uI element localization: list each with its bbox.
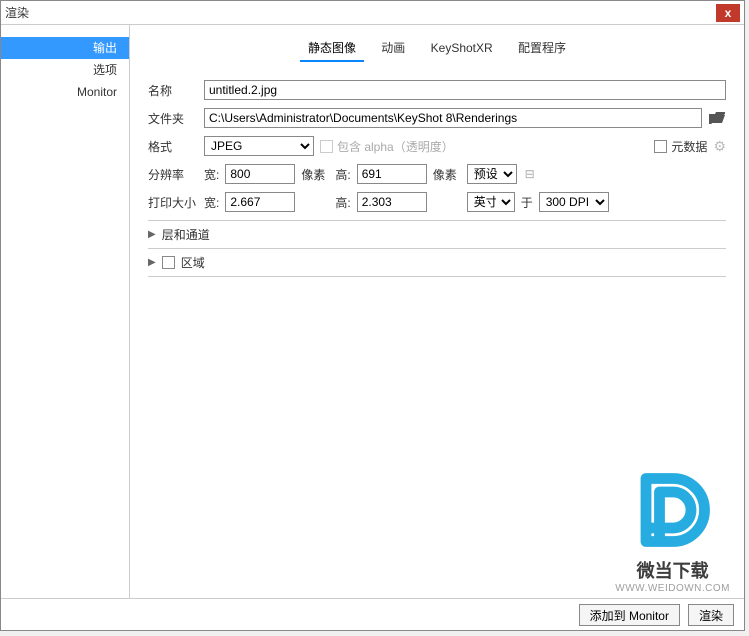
folder-browse-icon[interactable] [708,109,726,127]
res-height-unit: 像素 [433,166,461,183]
tab-static-image[interactable]: 静态图像 [300,37,364,62]
render-button[interactable]: 渲染 [688,604,734,626]
sidebar: 输出 选项 Monitor [1,25,130,598]
metadata-gear-icon[interactable]: ⚙ [713,138,726,155]
row-resolution: 分辨率 宽: 像素 高: 像素 预设 ⊟ [148,164,726,184]
sidebar-item-options[interactable]: 选项 [1,59,129,81]
folder-input[interactable] [204,108,702,128]
footer: 添加到 Monitor 渲染 [1,598,744,630]
main-panel: 静态图像 动画 KeyShotXR 配置程序 名称 文件夹 格式 JPEG [130,25,744,598]
metadata-checkbox[interactable] [654,140,667,153]
dialog-body: 输出 选项 Monitor 静态图像 动画 KeyShotXR 配置程序 名称 … [1,25,744,598]
name-input[interactable] [204,80,726,100]
sidebar-item-output[interactable]: 输出 [1,37,129,59]
print-height-input[interactable] [357,192,427,212]
section-layers: ▶ 层和通道 [148,220,726,248]
add-to-monitor-button[interactable]: 添加到 Monitor [579,604,680,626]
close-icon: x [725,6,732,20]
res-width-unit: 像素 [301,166,329,183]
window-title: 渲染 [5,4,716,21]
tab-animation[interactable]: 动画 [373,37,413,60]
lock-aspect-icon[interactable]: ⊟ [523,167,537,181]
format-label: 格式 [148,138,198,155]
at-label: 于 [521,194,533,211]
chevron-right-icon: ▶ [148,257,156,268]
row-name: 名称 [148,80,726,100]
tab-keyshotxr[interactable]: KeyShotXR [423,39,501,59]
resolution-label: 分辨率 [148,166,198,183]
format-select[interactable]: JPEG [204,136,314,156]
res-height-label: 高: [335,166,350,183]
preset-select[interactable]: 预设 [467,164,517,184]
row-printsize: 打印大小 宽: 高: 英寸 于 300 DPI [148,192,726,212]
res-width-label: 宽: [204,166,219,183]
sidebar-item-monitor[interactable]: Monitor [1,81,129,103]
region-checkbox[interactable] [162,256,175,269]
dpi-select[interactable]: 300 DPI [539,192,609,212]
print-width-input[interactable] [225,192,295,212]
section-region-header[interactable]: ▶ 区域 [148,254,726,271]
print-height-label: 高: [335,194,350,211]
render-dialog: 渲染 x 输出 选项 Monitor 静态图像 动画 KeyShotXR 配置程… [0,0,745,631]
titlebar: 渲染 x [1,1,744,25]
section-layers-header[interactable]: ▶ 层和通道 [148,226,726,243]
folder-label: 文件夹 [148,110,198,127]
alpha-checkbox-wrap: 包含 alpha（透明度） [320,138,454,155]
chevron-right-icon: ▶ [148,229,156,240]
metadata-checkbox-wrap[interactable]: 元数据 [654,138,707,155]
row-folder: 文件夹 [148,108,726,128]
name-label: 名称 [148,82,198,99]
close-button[interactable]: x [716,4,740,22]
alpha-checkbox [320,140,333,153]
row-format: 格式 JPEG 包含 alpha（透明度） 元数据 ⚙ [148,136,726,156]
metadata-label: 元数据 [671,138,707,155]
print-width-label: 宽: [204,194,219,211]
printsize-label: 打印大小 [148,194,198,211]
unit-select[interactable]: 英寸 [467,192,515,212]
res-width-input[interactable] [225,164,295,184]
tabs: 静态图像 动画 KeyShotXR 配置程序 [148,37,726,62]
alpha-label: 包含 alpha（透明度） [337,138,454,155]
tab-configurator[interactable]: 配置程序 [510,37,574,60]
section-layers-label: 层和通道 [162,226,210,243]
res-height-input[interactable] [357,164,427,184]
section-region-label: 区域 [181,254,205,271]
section-region: ▶ 区域 [148,248,726,277]
